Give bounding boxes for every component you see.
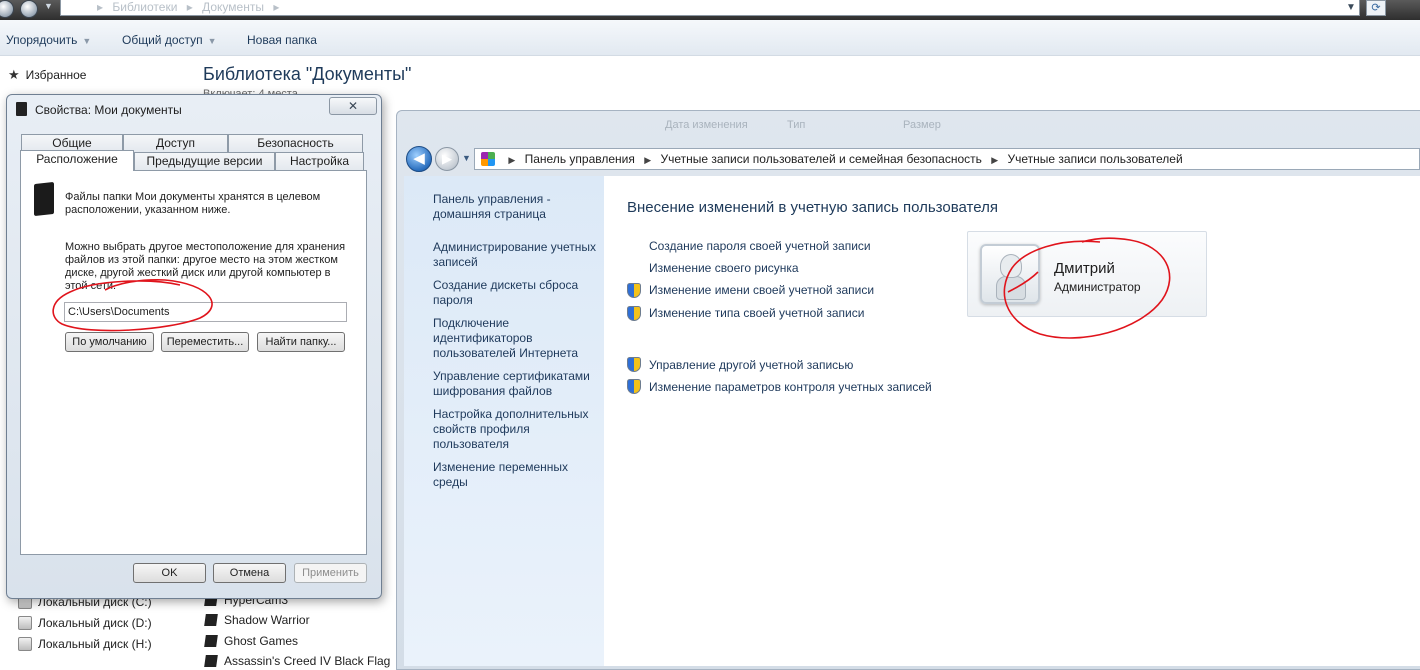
sidebar-link-admin-accounts[interactable]: Администрирование учетных записей xyxy=(433,240,601,270)
back-arrow-icon[interactable]: ◀ xyxy=(406,146,432,172)
sidebar-link-env-vars[interactable]: Изменение переменных среды xyxy=(433,460,601,490)
folder-icon xyxy=(204,635,218,647)
folder-icon xyxy=(16,102,27,116)
folder-label: Shadow Warrior xyxy=(224,613,310,627)
favorites-label: Избранное xyxy=(25,68,87,82)
location-description: Файлы папки Мои документы хранятся в цел… xyxy=(65,191,321,216)
history-dropdown-icon[interactable]: ▼ xyxy=(44,1,53,11)
user-head-icon xyxy=(1000,254,1022,278)
sidebar-link-profile-props[interactable]: Настройка дополнительных свойств профиля… xyxy=(433,407,601,452)
task-change-type[interactable]: Изменение типа своей учетной записи xyxy=(649,306,864,320)
uac-shield-icon xyxy=(627,283,641,298)
tab-panel-location xyxy=(20,170,367,555)
task-change-name[interactable]: Изменение имени своей учетной записи xyxy=(649,283,874,297)
nav-drive-h[interactable]: Локальный диск (H:) xyxy=(18,637,152,651)
user-account-card: Дмитрий Администратор xyxy=(967,231,1207,317)
folder-icon xyxy=(204,655,218,667)
organize-label: Упорядочить xyxy=(6,33,78,47)
explorer-toolbar: Упорядочить ▼ Общий доступ ▼ Новая папка xyxy=(0,20,1420,56)
folder-label: Ghost Games xyxy=(224,634,299,648)
user-figure-icon xyxy=(996,276,1026,300)
control-panel-navbar: ◀ ▶ ▼ ▶ Панель управления ▶ Учетные запи… xyxy=(404,146,1420,174)
find-folder-button[interactable]: Найти папку... xyxy=(257,332,345,352)
folder-item[interactable]: Ghost Games xyxy=(204,634,299,648)
uac-shield-icon xyxy=(627,306,641,321)
chevron-down-icon: ▼ xyxy=(207,36,217,46)
page-title: Внесение изменений в учетную запись поль… xyxy=(627,199,998,216)
drive-icon xyxy=(18,637,32,651)
tab-location[interactable]: Расположение xyxy=(20,150,134,171)
history-dropdown-icon[interactable]: ▼ xyxy=(462,153,471,163)
address-dropdown-icon[interactable]: ▼ xyxy=(1346,2,1356,13)
refresh-icon[interactable]: ⟳ xyxy=(1366,0,1386,16)
breadcrumb-sep-icon: ▶ xyxy=(644,155,652,165)
sidebar-link-home[interactable]: Панель управления - домашняя страница xyxy=(433,192,601,222)
breadcrumb-sep-icon: ▶ xyxy=(508,155,516,165)
forward-icon[interactable] xyxy=(20,0,38,18)
folder-icon xyxy=(204,614,218,626)
task-uac-settings[interactable]: Изменение параметров контроля учетных за… xyxy=(649,380,932,394)
tab-sharing[interactable]: Доступ xyxy=(123,134,228,153)
restore-default-button[interactable]: По умолчанию xyxy=(65,332,154,352)
nav-favorites[interactable]: ★ Избранное xyxy=(8,67,86,83)
star-icon: ★ xyxy=(8,67,20,82)
uac-shield-icon xyxy=(627,379,641,394)
folder-path-input[interactable] xyxy=(64,302,347,322)
library-title: Библиотека "Документы" xyxy=(203,64,412,84)
user-role: Администратор xyxy=(1054,280,1141,294)
location-help-text: Можно выбрать другое местоположение для … xyxy=(65,241,346,292)
dialog-title: Свойства: Мои документы xyxy=(35,103,182,117)
chevron-down-icon: ▼ xyxy=(82,36,92,46)
control-panel-icon xyxy=(481,152,495,166)
move-button[interactable]: Переместить... xyxy=(161,332,249,352)
explorer-titlebar: ▼ ▸ Библиотеки ▸ Документы ▸ ▼ ⟳ xyxy=(0,0,1420,20)
address-crumb[interactable]: Учетные записи пользователей и семейная … xyxy=(660,152,981,166)
breadcrumb-sep-icon: ▸ xyxy=(97,0,104,14)
address-crumb[interactable]: Панель управления xyxy=(525,152,635,166)
column-header-ghost: Дата изменения xyxy=(665,119,748,131)
column-header-ghost: Размер xyxy=(903,119,941,131)
drive-label: Локальный диск (H:) xyxy=(38,637,152,651)
address-crumb[interactable]: Учетные записи пользователей xyxy=(1007,152,1182,166)
folder-item[interactable]: Shadow Warrior xyxy=(204,613,310,627)
task-create-password[interactable]: Создание пароля своей учетной записи xyxy=(649,239,871,253)
folder-item[interactable]: Assassin's Creed IV Black Flag xyxy=(204,654,391,668)
column-header-ghost: Тип xyxy=(787,119,806,131)
share-label: Общий доступ xyxy=(122,33,203,47)
task-change-picture[interactable]: Изменение своего рисунка xyxy=(649,261,799,275)
breadcrumb-sep-icon: ▸ xyxy=(186,0,193,14)
breadcrumb-sep-icon: ▶ xyxy=(991,155,999,165)
share-menu[interactable]: Общий доступ ▼ xyxy=(122,33,217,47)
sidebar-link-reset-disk[interactable]: Создание дискеты сброса пароля xyxy=(433,278,601,308)
apply-button[interactable]: Применить xyxy=(294,563,367,583)
close-button[interactable]: ✕ xyxy=(329,97,377,115)
breadcrumb-libraries[interactable]: Библиотеки xyxy=(112,0,177,14)
sidebar-link-certificates[interactable]: Управление сертификатами шифрования файл… xyxy=(433,369,601,399)
back-icon[interactable] xyxy=(0,0,14,18)
organize-menu[interactable]: Упорядочить ▼ xyxy=(6,33,91,47)
breadcrumb-documents[interactable]: Документы xyxy=(202,0,264,14)
task-manage-other-account[interactable]: Управление другой учетной записью xyxy=(649,358,853,372)
address-bar[interactable]: ▶ Панель управления ▶ Учетные записи пол… xyxy=(474,148,1420,170)
tab-security[interactable]: Безопасность xyxy=(228,134,363,153)
documents-folder-icon xyxy=(34,181,54,217)
uac-shield-icon xyxy=(627,357,641,372)
control-panel-sidebar: Панель управления - домашняя страница Ад… xyxy=(404,176,604,666)
folder-label: Assassin's Creed IV Black Flag xyxy=(224,654,391,668)
drive-label: Локальный диск (D:) xyxy=(38,616,152,630)
cancel-button[interactable]: Отмена xyxy=(213,563,286,583)
sidebar-link-online-ids[interactable]: Подключение идентификаторов пользователе… xyxy=(433,316,601,361)
new-folder-button[interactable]: Новая папка xyxy=(247,33,317,47)
nav-drive-d[interactable]: Локальный диск (D:) xyxy=(18,616,152,630)
tab-previous-versions[interactable]: Предыдущие версии xyxy=(134,152,275,171)
explorer-breadcrumb[interactable]: ▸ Библиотеки ▸ Документы ▸ xyxy=(60,0,1360,16)
ok-button[interactable]: OK xyxy=(133,563,206,583)
avatar[interactable] xyxy=(980,244,1040,304)
user-name: Дмитрий xyxy=(1054,260,1115,277)
forward-arrow-icon[interactable]: ▶ xyxy=(435,147,459,171)
breadcrumb-sep-icon: ▸ xyxy=(273,0,280,14)
tab-customize[interactable]: Настройка xyxy=(275,152,364,171)
drive-icon xyxy=(18,616,32,630)
